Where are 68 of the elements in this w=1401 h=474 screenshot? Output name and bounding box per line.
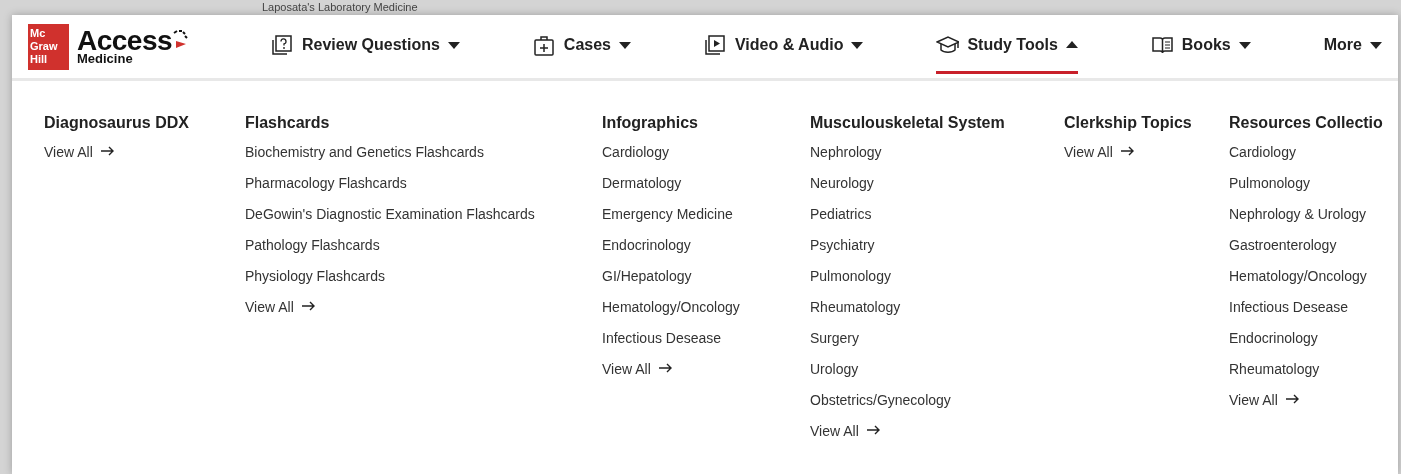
- nav-tab[interactable]: Review Questions: [271, 33, 460, 74]
- caret-icon: [1065, 41, 1078, 49]
- arrow-right-icon: [100, 146, 115, 156]
- menu-link[interactable]: Obstetrics/Gynecology: [810, 390, 951, 421]
- arrow-right-icon: [866, 425, 881, 435]
- menu-link[interactable]: Urology: [810, 359, 859, 390]
- menu-link[interactable]: Infectious Desease: [602, 328, 722, 359]
- menu-link[interactable]: DeGowin's Diagnostic Examination Flashcards: [245, 204, 535, 235]
- caret-icon: [851, 41, 864, 49]
- menu-link[interactable]: Rheumatology: [1229, 359, 1320, 390]
- menu-link[interactable]: Physiology Flashcards: [245, 266, 386, 297]
- menu-link[interactable]: Pharmacology Flashcards: [245, 173, 407, 204]
- menu-link[interactable]: Pulmonology: [810, 266, 891, 297]
- view-all-link[interactable]: View All: [245, 297, 316, 328]
- menu-link[interactable]: Biochemistry and Genetics Flashcards: [245, 142, 484, 173]
- menu-link[interactable]: GI/Hepatology: [602, 266, 692, 297]
- menu-link[interactable]: Infectious Desease: [1229, 297, 1349, 328]
- menu-link[interactable]: Pulmonology: [1229, 173, 1310, 204]
- arrow-right-icon: [1285, 394, 1300, 404]
- menu-link[interactable]: Nephrology & Urology: [1229, 204, 1366, 235]
- question-icon: [271, 34, 294, 56]
- caret-icon: [447, 41, 460, 49]
- menu-link[interactable]: Psychiatry: [810, 235, 875, 266]
- arrow-right-icon: [301, 301, 316, 311]
- nav-tab[interactable]: More: [1323, 33, 1382, 74]
- menu-heading: Clerkship Topics: [1064, 113, 1193, 131]
- view-all-link[interactable]: View All: [810, 421, 881, 452]
- menu-link[interactable]: Cardiology: [1229, 142, 1296, 173]
- nav-tab[interactable]: Study Tools: [936, 33, 1078, 74]
- nav-tab[interactable]: Video & Audio: [704, 33, 864, 74]
- arrow-right-icon: [658, 363, 673, 373]
- logo-subtitle: Medicine: [77, 52, 134, 65]
- caret-icon: [1369, 41, 1382, 49]
- nav-tab[interactable]: Books: [1150, 33, 1251, 74]
- menu-link[interactable]: Gastroenterology: [1229, 235, 1337, 266]
- menu-link[interactable]: Hematology/Oncology: [1229, 266, 1367, 297]
- menu-link[interactable]: Surgery: [810, 328, 860, 359]
- view-all-link[interactable]: View All: [1064, 142, 1135, 173]
- caret-icon: [1238, 41, 1251, 49]
- menu-link[interactable]: Cardiology: [602, 142, 669, 173]
- menu-link[interactable]: Endocrinology: [1229, 328, 1318, 359]
- nav-tab[interactable]: Cases: [532, 33, 631, 74]
- menu-link[interactable]: Emergency Medicine: [602, 204, 733, 235]
- menu-heading: Resources Collectio: [1229, 113, 1384, 131]
- menu-link[interactable]: Neurology: [810, 173, 874, 204]
- arrow-right-icon: [1120, 146, 1135, 156]
- background-text: Laposata's Laboratory Medicine: [262, 0, 418, 14]
- menu-heading: Musculouskeletal System: [810, 113, 1006, 131]
- menu-link[interactable]: Nephrology: [810, 142, 882, 173]
- menu-link[interactable]: Endocrinology: [602, 235, 691, 266]
- graduation-cap-icon: [936, 34, 960, 56]
- logo-title: Access: [77, 28, 173, 53]
- menu-link[interactable]: Pediatrics: [810, 204, 872, 235]
- medical-case-icon: [532, 34, 556, 56]
- brand-logo[interactable]: Mc Graw Hill: [28, 23, 69, 70]
- menu-link[interactable]: Dermatology: [602, 173, 682, 204]
- menu-link[interactable]: Hematology/Oncology: [602, 297, 740, 328]
- menu-heading: Diagnosaurus DDX: [44, 113, 190, 131]
- menu-link[interactable]: Pathology Flashcards: [245, 235, 380, 266]
- book-icon: [1150, 34, 1174, 56]
- view-all-link[interactable]: View All: [602, 359, 673, 390]
- menu-heading: Flashcards: [245, 113, 331, 131]
- menu-heading: Infographics: [602, 113, 699, 131]
- caret-icon: [619, 41, 631, 49]
- menu-link[interactable]: Rheumatology: [810, 297, 901, 328]
- view-all-link[interactable]: View All: [1229, 390, 1300, 421]
- view-all-link[interactable]: View All: [44, 142, 115, 173]
- video-icon: [704, 34, 727, 56]
